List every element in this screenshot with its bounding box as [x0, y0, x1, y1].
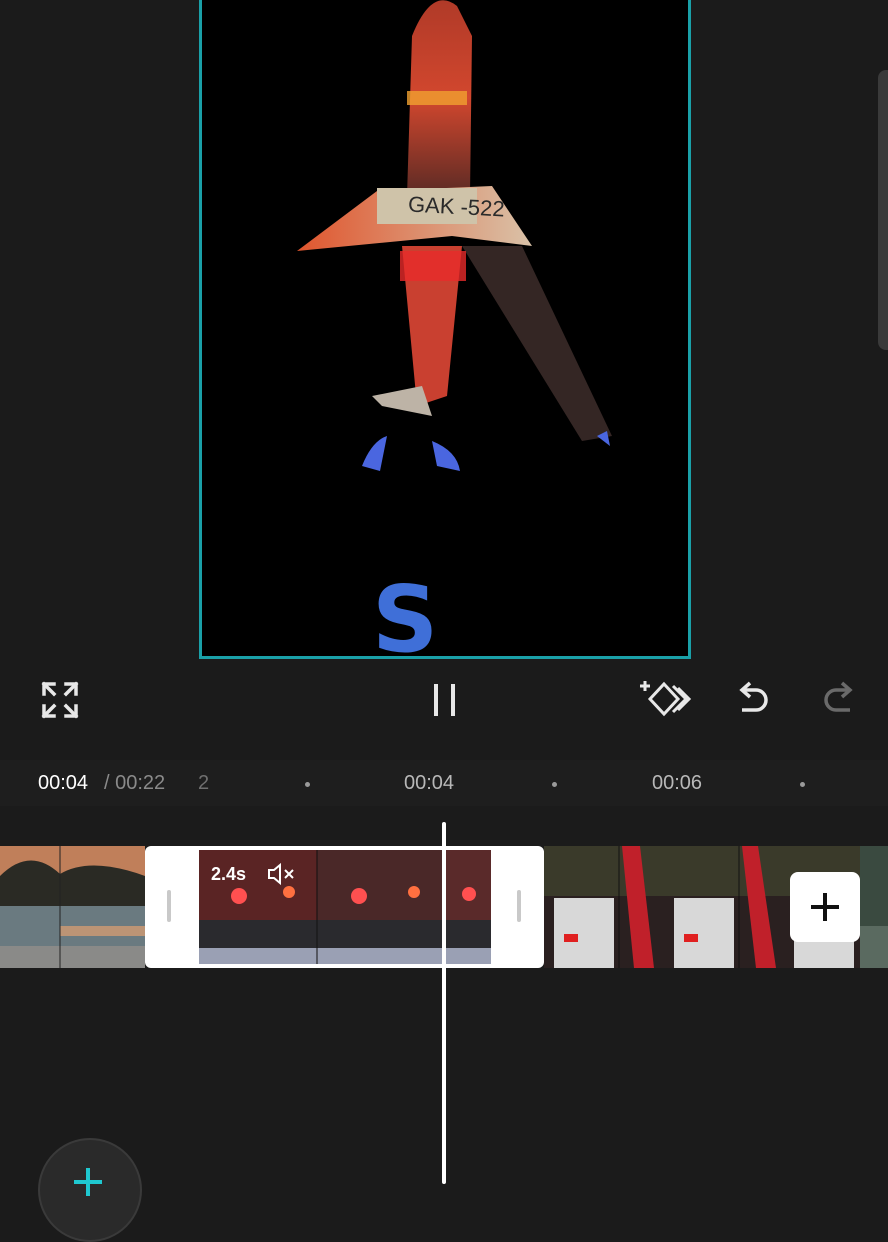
- current-time: 00:04: [38, 772, 89, 794]
- redo-button[interactable]: [814, 674, 866, 726]
- sparkle-icon: [74, 1168, 102, 1196]
- timeline-clip-next[interactable]: [860, 846, 888, 968]
- clip-trim-handle-right[interactable]: [517, 890, 521, 922]
- floating-action-button[interactable]: [38, 1138, 142, 1242]
- pause-icon: [434, 684, 455, 716]
- fullscreen-icon: [41, 681, 79, 719]
- selected-clip-thumbnails: 2.4s: [199, 850, 491, 964]
- ruler-label: 2: [198, 772, 210, 794]
- ruler-dot: [552, 782, 557, 787]
- clip-thumbnail: [860, 846, 888, 968]
- undo-button[interactable]: [726, 674, 778, 726]
- plus-icon: [811, 893, 839, 921]
- video-preview-area: GAK -522 S: [0, 0, 888, 660]
- ruler-dot: [305, 782, 310, 787]
- keyframe-add-icon: [640, 681, 692, 717]
- undo-icon: [739, 681, 768, 712]
- player-controls: [0, 660, 888, 740]
- clip-thumbnail: [0, 846, 145, 968]
- add-clip-button[interactable]: [790, 872, 860, 942]
- preview-image: [202, 0, 688, 656]
- plate-text: GAK -522: [407, 191, 506, 222]
- fullscreen-button[interactable]: [34, 674, 86, 726]
- clip-trim-handle-left[interactable]: [167, 890, 171, 922]
- ruler-dot: [800, 782, 805, 787]
- timeline-clip-lake[interactable]: [0, 846, 145, 968]
- clip-duration-badge: 2.4s: [211, 864, 247, 884]
- overlay-letter: S: [372, 566, 439, 659]
- add-keyframe-button[interactable]: [640, 674, 692, 726]
- playhead[interactable]: [442, 822, 446, 1184]
- redo-icon: [824, 681, 853, 712]
- total-time: / 00:22: [104, 772, 166, 794]
- video-preview-frame[interactable]: GAK -522 S: [199, 0, 691, 659]
- side-scroll-handle[interactable]: [878, 70, 888, 350]
- ruler-label: 00:06: [652, 772, 703, 794]
- time-ruler[interactable]: 00:04 / 00:22 2 00:04 00:06: [0, 760, 888, 806]
- mute-icon[interactable]: [267, 862, 297, 886]
- selected-clip[interactable]: 2.4s: [145, 846, 544, 968]
- pause-button[interactable]: [418, 674, 470, 726]
- ruler-label: 00:04: [404, 772, 455, 794]
